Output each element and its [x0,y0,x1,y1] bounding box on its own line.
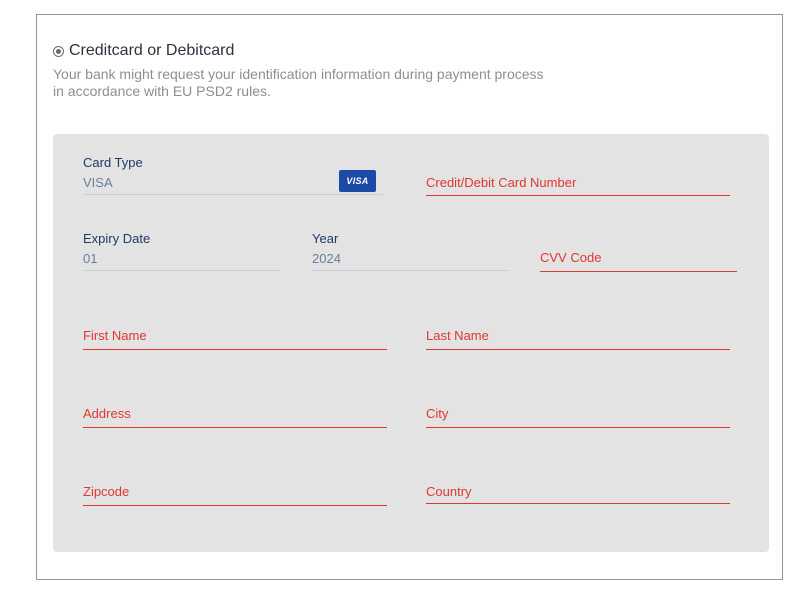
country-placeholder: Country [426,484,472,499]
address-underline [83,427,387,428]
card-type-value: VISA [83,175,113,190]
zipcode-underline [83,505,387,506]
card-type-select[interactable]: Card Type VISA [83,155,383,195]
card-number-underline [426,195,730,196]
address-placeholder: Address [83,406,131,421]
last-name-input[interactable]: Last Name [426,328,730,350]
card-number-input[interactable]: Credit/Debit Card Number [426,174,730,196]
city-underline [426,427,730,428]
year-select[interactable]: Year 2024 [312,231,509,271]
cvv-underline [540,271,737,272]
first-name-input[interactable]: First Name [83,328,387,350]
expiry-date-underline [83,270,280,271]
zipcode-input[interactable]: Zipcode [83,484,387,506]
cvv-placeholder: CVV Code [540,250,602,265]
expiry-date-value: 01 [83,251,98,266]
address-input[interactable]: Address [83,406,387,428]
last-name-underline [426,349,730,350]
cvv-input[interactable]: CVV Code [540,250,737,272]
notice-line-1: Your bank might request your identificat… [53,66,544,82]
visa-logo-icon: VISA [339,170,376,192]
country-input[interactable]: Country [426,484,730,504]
expiry-date-select[interactable]: Expiry Date 01 [83,231,280,271]
year-label: Year [312,231,339,246]
city-placeholder: City [426,406,449,421]
payment-method-label: Creditcard or Debitcard [69,42,235,59]
card-number-placeholder: Credit/Debit Card Number [426,175,577,190]
payment-method-option[interactable]: Creditcard or Debitcard [53,42,234,60]
year-underline [312,270,509,271]
card-type-underline [83,194,383,195]
last-name-placeholder: Last Name [426,328,489,343]
city-input[interactable]: City [426,406,730,428]
country-underline [426,503,730,504]
card-type-label: Card Type [83,155,143,170]
notice-line-2: in accordance with EU PSD2 rules. [53,83,271,99]
first-name-underline [83,349,387,350]
year-value: 2024 [312,251,341,266]
radio-selected-icon[interactable] [53,45,64,57]
first-name-placeholder: First Name [83,328,147,343]
expiry-date-label: Expiry Date [83,231,151,246]
psd2-notice: Your bank might request your identificat… [53,66,593,100]
zipcode-placeholder: Zipcode [83,484,130,499]
